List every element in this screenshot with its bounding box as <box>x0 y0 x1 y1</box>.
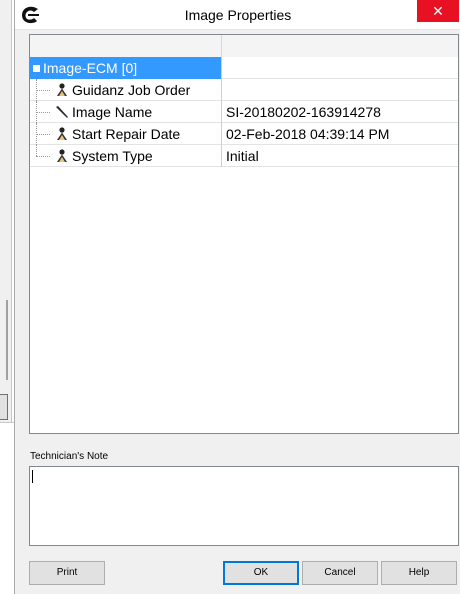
grid-header-name-column[interactable] <box>30 35 222 57</box>
tree-connector <box>36 134 50 135</box>
property-value[interactable] <box>222 79 458 101</box>
tree-connector <box>36 145 37 156</box>
property-name-cell[interactable]: Start Repair Date <box>30 123 222 145</box>
person-read-only-icon <box>57 127 67 140</box>
tree-root-cell[interactable]: Image-ECM [0] <box>30 57 222 79</box>
property-label: System Type <box>72 148 153 164</box>
pencil-editable-icon <box>56 106 68 118</box>
property-value[interactable]: SI-20180202-163914278 <box>222 101 458 123</box>
property-name-cell[interactable]: Guidanz Job Order <box>30 79 222 101</box>
property-label: Start Repair Date <box>72 126 181 142</box>
property-value[interactable]: Initial <box>222 145 458 167</box>
property-row-guidanz-job-order[interactable]: Guidanz Job Order <box>30 79 458 101</box>
person-read-only-icon <box>57 83 67 96</box>
property-row-system-type[interactable]: System Type Initial <box>30 145 458 167</box>
technicians-note-input[interactable] <box>29 466 459 546</box>
property-grid[interactable]: Image-ECM [0] Guidanz Job Order Image Na… <box>29 34 459 434</box>
background-button-edge[interactable] <box>0 394 8 420</box>
image-properties-dialog: Image Properties ✕ Image-ECM [0] Guidanz… <box>14 0 460 594</box>
background-scrollbar[interactable] <box>0 0 12 440</box>
close-button[interactable]: ✕ <box>417 0 459 22</box>
person-read-only-icon <box>57 149 67 162</box>
tree-root-label: Image-ECM [0] <box>43 60 138 76</box>
grid-header-value-column[interactable] <box>222 35 458 57</box>
background-scroll-thumb[interactable] <box>6 300 8 380</box>
property-label: Image Name <box>72 104 153 120</box>
tree-connector <box>36 156 50 157</box>
property-row-image-name[interactable]: Image Name SI-20180202-163914278 <box>30 101 458 123</box>
tree-root-value <box>222 57 458 79</box>
help-button[interactable]: Help <box>381 561 457 585</box>
ok-button[interactable]: OK <box>223 561 299 585</box>
tree-connector <box>36 90 50 91</box>
grid-header <box>30 35 458 57</box>
print-button[interactable]: Print <box>29 561 105 585</box>
tree-connector <box>36 112 50 113</box>
property-row-start-repair-date[interactable]: Start Repair Date 02-Feb-2018 04:39:14 P… <box>30 123 458 145</box>
property-name-cell[interactable]: Image Name <box>30 101 222 123</box>
technicians-note-label: Technician's Note <box>30 451 109 462</box>
tree-root-row[interactable]: Image-ECM [0] <box>30 57 458 79</box>
title-bar[interactable]: Image Properties ✕ <box>15 0 460 30</box>
cancel-button[interactable]: Cancel <box>302 561 378 585</box>
property-name-cell[interactable]: System Type <box>30 145 222 167</box>
property-value[interactable]: 02-Feb-2018 04:39:14 PM <box>222 123 458 145</box>
dialog-title: Image Properties <box>184 7 292 23</box>
text-caret <box>32 470 33 483</box>
collapse-box-icon[interactable] <box>33 65 40 72</box>
property-label: Guidanz Job Order <box>72 82 191 98</box>
